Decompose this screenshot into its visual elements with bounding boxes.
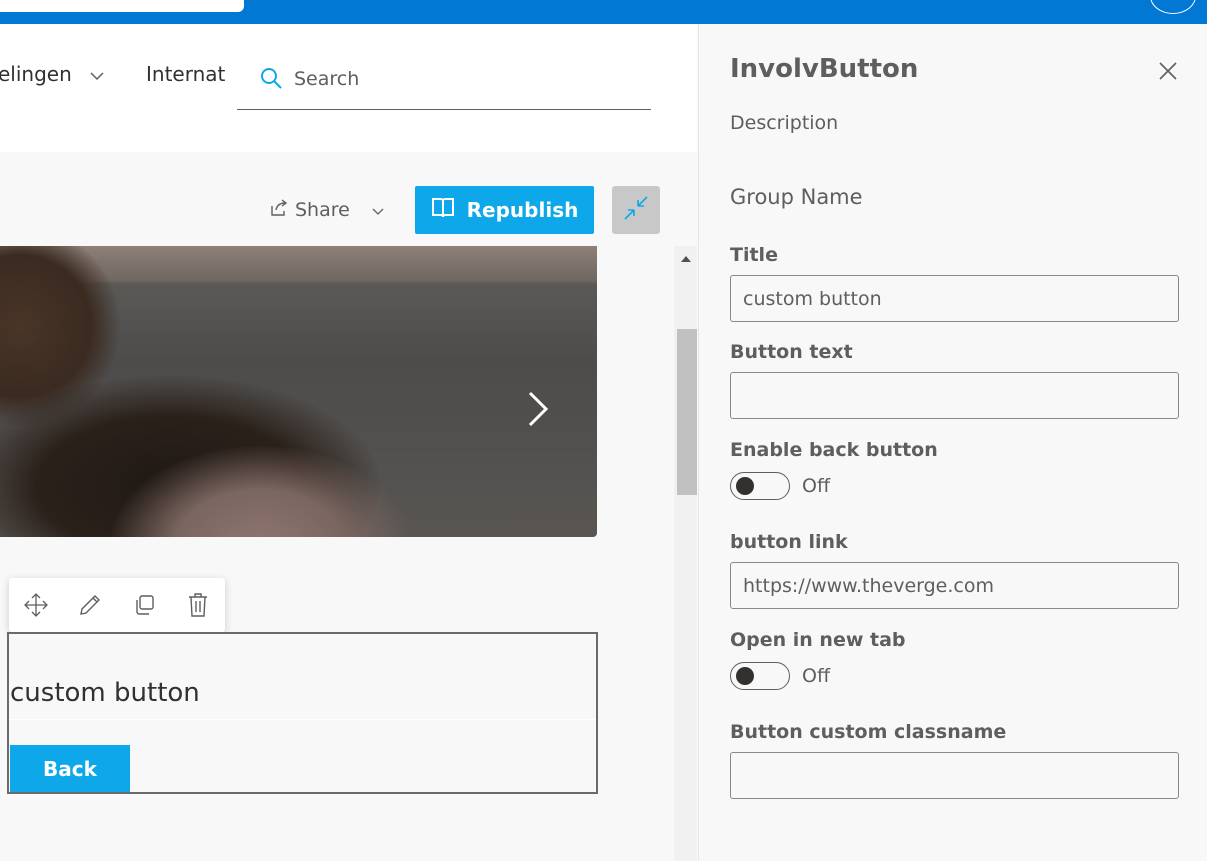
site-header: elingen International Search [0, 24, 697, 152]
avatar[interactable] [1150, 0, 1196, 14]
chevron-down-icon [90, 62, 104, 86]
delete-icon[interactable] [184, 591, 212, 619]
nav-item-2[interactable]: International [146, 62, 226, 86]
button-text-field[interactable] [730, 372, 1179, 419]
suite-bar [0, 0, 1207, 24]
webpart-title: custom button [10, 678, 200, 708]
edit-icon[interactable] [76, 591, 104, 619]
collapse-icon [623, 195, 649, 225]
hero-image [0, 246, 597, 537]
move-icon[interactable] [22, 591, 50, 619]
webpart-toolbar [9, 578, 225, 632]
scroll-up-icon[interactable] [681, 256, 691, 262]
scrollbar-thumb[interactable] [677, 329, 697, 495]
toggle-knob [736, 477, 754, 495]
custom-classname-label: Button custom classname [730, 721, 1007, 743]
pane-title: InvolvButton [730, 54, 919, 84]
button-link-value: https://www.theverge.com [743, 575, 994, 597]
search-box[interactable]: Search [237, 54, 651, 110]
nav-item-1[interactable]: elingen [0, 62, 104, 86]
button-link-field[interactable]: https://www.theverge.com [730, 562, 1179, 609]
book-icon [431, 197, 455, 224]
open-new-tab-toggle[interactable] [730, 662, 790, 690]
back-button[interactable]: Back [10, 745, 130, 792]
toggle-knob [736, 667, 754, 685]
button-text-label: Button text [730, 341, 853, 363]
suite-search-box[interactable] [0, 0, 244, 12]
chevron-down-icon [372, 199, 384, 221]
title-field-value: custom button [743, 288, 882, 310]
property-pane: InvolvButton Description Group Name Titl… [698, 24, 1207, 861]
close-icon[interactable] [1157, 60, 1179, 82]
nav-item-1-label: elingen [0, 62, 72, 86]
enable-back-state: Off [802, 475, 831, 497]
webpart-container[interactable]: custom button Back [7, 632, 598, 794]
title-field[interactable]: custom button [730, 275, 1179, 322]
republish-label: Republish [466, 198, 579, 222]
search-icon [259, 66, 283, 90]
open-new-tab-state: Off [802, 665, 831, 687]
nav-item-2-label: International [146, 62, 226, 86]
duplicate-icon[interactable] [130, 591, 158, 619]
open-new-tab-label: Open in new tab [730, 629, 906, 651]
search-input[interactable]: Search [294, 68, 359, 90]
enable-back-label: Enable back button [730, 439, 938, 461]
button-link-label: button link [730, 531, 848, 553]
share-button[interactable]: Share [269, 197, 384, 223]
enable-back-toggle[interactable] [730, 472, 790, 500]
share-label: Share [295, 199, 350, 221]
pane-description: Description [730, 112, 839, 134]
republish-button[interactable]: Republish [415, 186, 594, 234]
scrollbar[interactable] [674, 246, 697, 861]
share-icon [269, 198, 289, 223]
custom-classname-field[interactable] [730, 752, 1179, 799]
group-name: Group Name [730, 185, 863, 209]
collapse-button[interactable] [612, 186, 660, 234]
divider [9, 719, 596, 720]
chevron-right-icon[interactable] [520, 389, 556, 433]
title-label: Title [730, 244, 778, 266]
